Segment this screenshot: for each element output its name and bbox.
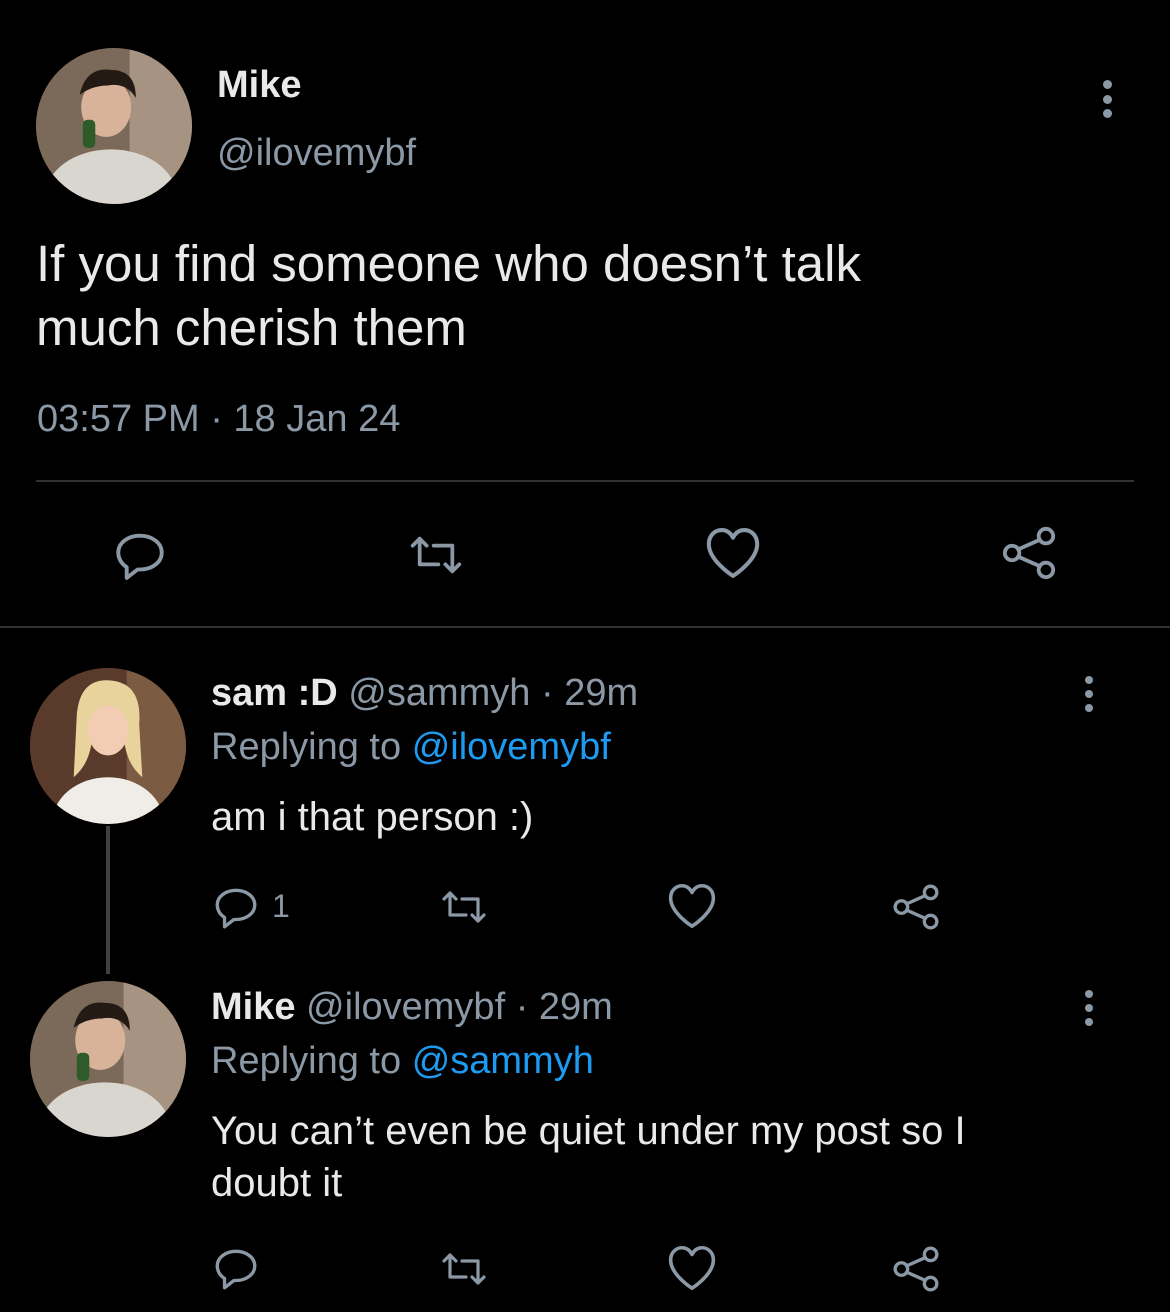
reply-1-author-handle[interactable]: @sammyh [348,672,530,714]
reply-2-header: Mike @ilovemybf · 29m [211,986,613,1029]
reply-2-text: You can’t even be quiet under my post so… [211,1105,966,1209]
thread-line [106,826,110,974]
reply-2-age: · 29m [515,986,613,1028]
main-tweet-text-line1: If you find someone who doesn’t talk [36,235,861,292]
section-divider [0,626,1170,628]
reply-1-replying-to: Replying to @ilovemybf [211,726,611,769]
divider [36,480,1134,482]
more-icon[interactable] [1083,676,1095,712]
reply-2-author-handle[interactable]: @ilovemybf [306,986,505,1028]
more-icon[interactable] [1083,990,1095,1026]
avatar-image [30,981,186,1137]
main-author-handle[interactable]: @ilovemybf [217,132,416,175]
reply-2-author-name[interactable]: Mike [211,986,295,1028]
reply-1-text: am i that person :) [211,795,534,839]
share-icon[interactable] [888,880,944,934]
reply-2-text-line1: You can’t even be quiet under my post so… [211,1109,966,1153]
reply-icon[interactable] [210,1243,262,1293]
retweet-icon[interactable] [433,882,495,932]
avatar-image [36,48,192,204]
retweet-icon[interactable] [400,525,472,585]
share-icon[interactable] [888,1242,944,1296]
main-author-name[interactable]: Mike [217,64,301,107]
avatar-image [30,668,186,824]
reply-1-author-name[interactable]: sam :D [211,672,338,714]
like-icon[interactable] [664,880,720,932]
like-icon[interactable] [700,522,766,584]
reply-count: 1 [272,888,290,924]
avatar-sam[interactable] [30,668,186,824]
reply-icon[interactable] [210,882,262,932]
replying-to-label: Replying to [211,726,402,768]
like-icon[interactable] [664,1242,720,1294]
avatar-mike[interactable] [36,48,192,204]
avatar-mike-reply[interactable] [30,981,186,1137]
replying-to-handle[interactable]: @sammyh [412,1040,594,1082]
reply-2-replying-to: Replying to @sammyh [211,1040,594,1083]
reply-1-age: · 29m [541,672,639,714]
main-tweet-text: If you find someone who doesn’t talk muc… [36,232,861,360]
reply-1-header: sam :D @sammyh · 29m [211,672,638,715]
main-tweet-text-line2: much cherish them [36,299,467,356]
replying-to-handle[interactable]: @ilovemybf [412,726,611,768]
main-tweet-timestamp[interactable]: 03:57 PM · 18 Jan 24 [37,398,400,441]
reply-icon[interactable] [110,525,170,585]
more-icon[interactable] [1100,80,1114,118]
share-icon[interactable] [996,522,1062,584]
reply-2-text-line2: doubt it [211,1161,343,1205]
retweet-icon[interactable] [433,1244,495,1294]
replying-to-label: Replying to [211,1040,402,1082]
